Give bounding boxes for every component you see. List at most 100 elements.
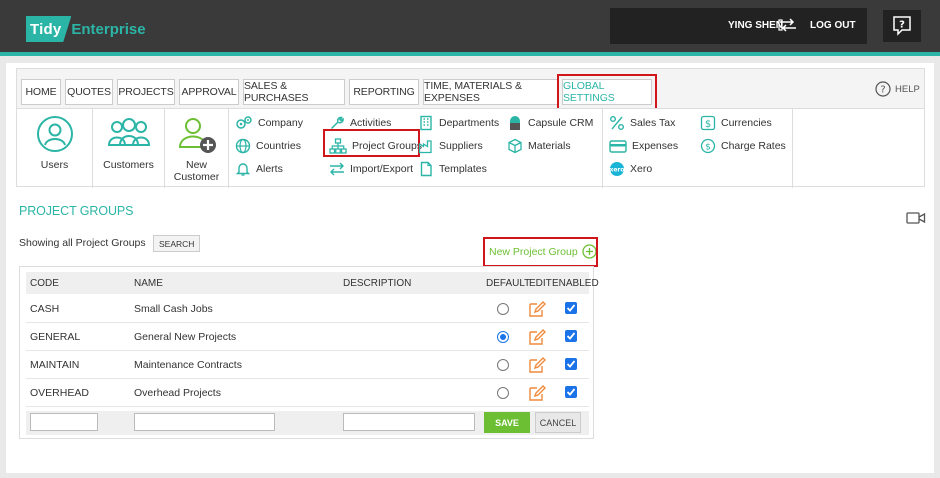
search-button[interactable]: SEARCH (153, 235, 201, 252)
xero-icon: xero (609, 162, 625, 176)
document-icon (420, 161, 432, 177)
submenu-templates[interactable]: Templates (418, 161, 487, 177)
submenu-new-customer[interactable]: New Customer (165, 109, 229, 188)
capsule-icon (510, 116, 520, 130)
new-description-input[interactable] (343, 413, 475, 431)
submenu-alerts[interactable]: Alerts (235, 161, 283, 177)
row-code: OVERHEAD (30, 387, 89, 399)
submenu-countries[interactable]: Countries (235, 138, 301, 154)
row-code: CASH (30, 303, 60, 315)
help-chat-button[interactable]: ? (883, 10, 921, 42)
project-groups-table: CODE NAME DESCRIPTION DEFAULT EDIT ENABL… (19, 266, 599, 439)
table-row: MAINTAIN Maintenance Contracts (26, 351, 589, 379)
user-name[interactable]: YING SHEN (728, 20, 783, 31)
main-nav: HOME QUOTES PROJECTS APPROVAL SALES & PU… (16, 68, 925, 111)
submenu-xero[interactable]: xero Xero (609, 161, 652, 177)
submenu-divider-2 (792, 109, 793, 188)
tab-home[interactable]: HOME (21, 79, 61, 105)
new-code-input[interactable] (30, 413, 98, 431)
submenu-capsule-crm[interactable]: Capsule CRM (507, 115, 593, 131)
credit-card-icon (609, 140, 627, 153)
submenu-import-export[interactable]: Import/Export (329, 161, 413, 177)
submenu-customers[interactable]: Customers (93, 109, 165, 188)
tab-sales-purchases[interactable]: SALES & PURCHASES (243, 79, 345, 105)
col-default: DEFAULT (486, 278, 531, 289)
new-row-form: SAVE CANCEL (26, 411, 589, 435)
highlight-global-settings (557, 74, 657, 111)
dollar-icon: $ (700, 115, 716, 131)
submenu-users[interactable]: Users (17, 109, 93, 188)
table-row: GENERAL General New Projects (26, 323, 589, 351)
logout-icon[interactable] (778, 18, 798, 35)
logo-box: Tidy (26, 16, 72, 42)
submenu-expenses[interactable]: Expenses (609, 138, 678, 154)
table-row: OVERHEAD Overhead Projects (26, 379, 589, 407)
user-icon (36, 116, 73, 152)
user-box: YING SHEN LOG OUT (610, 8, 867, 44)
submenu-materials[interactable]: Materials (507, 138, 571, 154)
svg-text:?: ? (899, 20, 905, 31)
table-row: CASH Small Cash Jobs (26, 295, 589, 323)
help-label: HELP (895, 83, 920, 95)
tab-approval[interactable]: APPROVAL (179, 79, 239, 105)
factory-icon (418, 140, 432, 154)
row-name: Overhead Projects (134, 387, 221, 399)
col-name: NAME (134, 278, 163, 289)
row-code: MAINTAIN (30, 359, 80, 371)
page-title: PROJECT GROUPS (19, 204, 134, 218)
save-button[interactable]: SAVE (484, 412, 530, 433)
default-radio[interactable] (497, 387, 509, 399)
submenu-departments[interactable]: Departments (418, 115, 499, 131)
logout-link[interactable]: LOG OUT (810, 20, 856, 31)
add-customer-icon (178, 118, 216, 153)
edit-icon[interactable] (528, 385, 546, 404)
gears-icon (236, 116, 252, 129)
col-enabled: ENABLED (552, 278, 599, 289)
building-icon (420, 115, 432, 131)
svg-text:$: $ (705, 119, 711, 130)
highlight-new-project-group (483, 237, 598, 267)
help-icon: ? (875, 81, 891, 97)
settings-submenu: Users Customers New Customer Company Coun… (16, 108, 925, 188)
submenu-currencies[interactable]: $ Currencies (700, 115, 772, 131)
enabled-checkbox[interactable] (565, 330, 577, 342)
row-code: GENERAL (30, 331, 81, 343)
row-name: Maintenance Contracts (134, 359, 242, 371)
edit-icon[interactable] (528, 301, 546, 320)
cube-icon (508, 138, 522, 154)
row-name: General New Projects (134, 331, 237, 343)
main-panel: HOME QUOTES PROJECTS APPROVAL SALES & PU… (6, 63, 934, 473)
col-edit: EDIT (529, 278, 552, 289)
submenu-charge-rates[interactable]: $ Charge Rates (700, 138, 786, 154)
edit-icon[interactable] (528, 357, 546, 376)
svg-text:?: ? (880, 85, 885, 96)
enabled-checkbox[interactable] (565, 386, 577, 398)
video-icon[interactable] (906, 211, 926, 228)
submenu-sales-tax[interactable]: Sales Tax (609, 115, 675, 131)
help-chat-icon: ? (893, 16, 911, 36)
tab-projects[interactable]: PROJECTS (117, 79, 175, 105)
enabled-checkbox[interactable] (565, 358, 577, 370)
tab-quotes[interactable]: QUOTES (65, 79, 113, 105)
bell-icon (235, 163, 251, 176)
svg-text:xero: xero (609, 167, 624, 174)
default-radio[interactable] (497, 331, 509, 343)
tab-reporting[interactable]: REPORTING (349, 79, 419, 105)
submenu-suppliers[interactable]: Suppliers (418, 138, 483, 154)
row-name: Small Cash Jobs (134, 303, 213, 315)
default-radio[interactable] (497, 359, 509, 371)
new-name-input[interactable] (134, 413, 275, 431)
enabled-checkbox[interactable] (565, 302, 577, 314)
edit-icon[interactable] (528, 329, 546, 348)
help-link[interactable]: ? HELP (875, 81, 920, 97)
import-export-icon (330, 162, 344, 176)
tab-time-materials-expenses[interactable]: TIME, MATERIALS & EXPENSES (423, 79, 558, 105)
default-radio[interactable] (497, 303, 509, 315)
showing-text: Showing all Project Groups (19, 237, 146, 249)
submenu-company[interactable]: Company (235, 115, 303, 131)
highlight-project-groups (323, 129, 420, 157)
cancel-button[interactable]: CANCEL (535, 412, 581, 433)
app-logo[interactable]: Tidy Enterprise (26, 14, 146, 44)
submenu-divider (602, 109, 603, 188)
table-header: CODE NAME DESCRIPTION DEFAULT EDIT ENABL… (26, 272, 599, 294)
